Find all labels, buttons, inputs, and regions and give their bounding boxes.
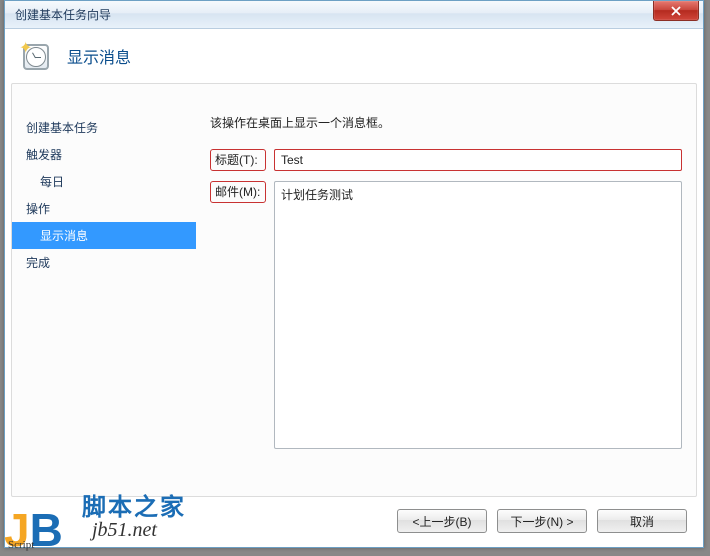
title-input[interactable]	[274, 149, 682, 171]
page-title: 显示消息	[67, 44, 131, 68]
wizard-steps-sidebar: 创建基本任务 触发器 每日 操作 显示消息 完成	[12, 84, 196, 496]
cancel-button[interactable]: 取消	[597, 509, 687, 533]
title-label: 标题(T):	[210, 149, 266, 171]
message-row: 邮件(M): 计划任务测试	[210, 181, 682, 449]
sidebar-item-daily[interactable]: 每日	[12, 168, 196, 195]
content-area: 创建基本任务 触发器 每日 操作 显示消息 完成 该操作在桌面上显示一个消息框。…	[11, 83, 697, 497]
main-pane: 该操作在桌面上显示一个消息框。 标题(T): 邮件(M): 计划任务测试	[196, 84, 696, 496]
window-title: 创建基本任务向导	[15, 6, 111, 23]
sidebar-item-create-basic-task[interactable]: 创建基本任务	[12, 114, 196, 141]
message-textarea[interactable]: 计划任务测试	[274, 181, 682, 449]
message-label: 邮件(M):	[210, 181, 266, 203]
back-button[interactable]: <上一步(B)	[397, 509, 487, 533]
wizard-header: ✦ 显示消息	[5, 29, 703, 83]
button-bar: <上一步(B) 下一步(N) > 取消	[11, 503, 697, 539]
next-button[interactable]: 下一步(N) >	[497, 509, 587, 533]
task-clock-icon: ✦	[21, 40, 53, 72]
close-icon	[671, 6, 681, 16]
action-description: 该操作在桌面上显示一个消息框。	[210, 114, 682, 131]
sidebar-item-display-message[interactable]: 显示消息	[12, 222, 196, 249]
title-row: 标题(T):	[210, 149, 682, 171]
titlebar: 创建基本任务向导	[5, 1, 703, 29]
sidebar-item-trigger[interactable]: 触发器	[12, 141, 196, 168]
close-button[interactable]	[653, 1, 699, 21]
wizard-window: 创建基本任务向导 ✦ 显示消息 创建基本任务 触发器 每日 操作 显示消息 完成…	[4, 0, 704, 548]
sidebar-item-action[interactable]: 操作	[12, 195, 196, 222]
sidebar-item-finish[interactable]: 完成	[12, 249, 196, 276]
